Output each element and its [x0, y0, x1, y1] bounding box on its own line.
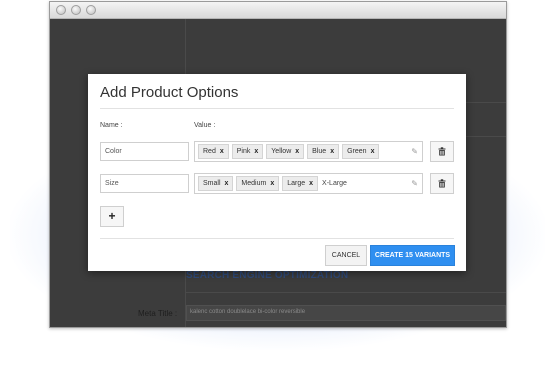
meta-title-label: Meta Title :: [138, 309, 178, 318]
tag-remove-button[interactable]: x: [330, 148, 334, 155]
value-column-label: Value :: [194, 122, 216, 129]
delete-option-button-size[interactable]: [430, 173, 454, 194]
modal-title: Add Product Options: [100, 84, 239, 101]
add-product-options-modal: Add Product Options Name : Value : Color…: [88, 74, 466, 271]
trash-icon: [438, 179, 446, 188]
modal-header-divider: [100, 108, 454, 109]
tag-remove-button[interactable]: x: [225, 180, 229, 187]
name-column-label: Name :: [100, 122, 123, 129]
tag-remove-button[interactable]: x: [309, 180, 313, 187]
window-zoom-control[interactable]: [86, 5, 96, 15]
value-tag: Medium x: [236, 176, 280, 191]
tag-label: Blue: [312, 148, 327, 155]
option-name-input-size[interactable]: Size: [100, 174, 189, 193]
value-tag: Red x: [198, 144, 229, 159]
tag-label: Large: [287, 180, 306, 187]
value-tag: Small x: [198, 176, 234, 191]
tag-label: Small: [203, 180, 221, 187]
tag-label: Pink: [236, 148, 251, 155]
option-name-input-color[interactable]: Color: [100, 142, 189, 161]
page-divider: [185, 292, 506, 293]
value-tag: Pink x: [231, 144, 264, 159]
delete-option-button-color[interactable]: [430, 141, 454, 162]
meta-title-input[interactable]: kalenc cotton doublelace bi-color revers…: [186, 305, 506, 321]
window-minimize-control[interactable]: [71, 5, 81, 15]
tag-label: Red: [203, 148, 216, 155]
pencil-icon: ✎: [411, 179, 418, 188]
value-tag: Green x: [342, 144, 380, 159]
value-tag: Blue x: [307, 144, 340, 159]
seo-section-heading: SEARCH ENGINE OPTIMIZATION: [186, 270, 349, 281]
value-tag: Large x: [282, 176, 319, 191]
tag-remove-button[interactable]: x: [270, 180, 274, 187]
value-tag: Yellow x: [266, 144, 305, 159]
pencil-icon: ✎: [411, 147, 418, 156]
tag-label: Green: [347, 148, 367, 155]
tag-typed-text: X-Large: [322, 180, 347, 187]
add-option-button[interactable]: +: [100, 206, 124, 227]
tag-label: Yellow: [271, 148, 292, 155]
create-variants-button[interactable]: CREATE 15 VARIANTS: [370, 245, 455, 266]
modal-footer-divider: [100, 238, 454, 239]
tag-remove-button[interactable]: x: [220, 148, 224, 155]
trash-icon: [438, 147, 446, 156]
tag-remove-button[interactable]: x: [254, 148, 258, 155]
tag-remove-button[interactable]: x: [295, 148, 299, 155]
cancel-button[interactable]: CANCEL: [325, 245, 367, 266]
window-titlebar: [50, 2, 506, 19]
option-values-input-color[interactable]: Red x Pink x Yellow x Blue x Green x ✎: [194, 141, 423, 162]
tag-label: Medium: [241, 180, 267, 187]
option-values-input-size[interactable]: Small x Medium x Large x X-Large ✎: [194, 173, 423, 194]
plus-icon: +: [108, 209, 116, 223]
tag-remove-button[interactable]: x: [371, 148, 375, 155]
window-close-control[interactable]: [56, 5, 66, 15]
